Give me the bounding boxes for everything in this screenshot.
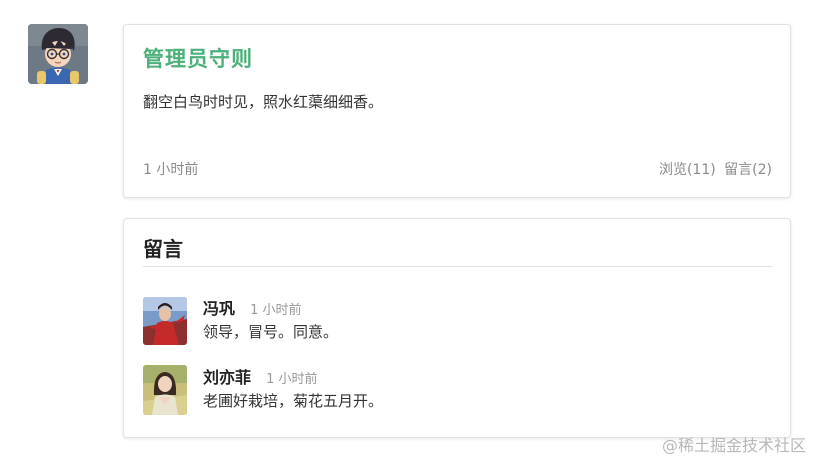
comment-time: 1 小时前 (250, 303, 302, 318)
commenter-name[interactable]: 冯巩 (203, 299, 235, 318)
comment-item: 冯巩 1 小时前 领导，冒号。同意。 (143, 295, 772, 347)
views-count[interactable]: 浏览(11) (659, 162, 716, 178)
comment-text: 领导，冒号。同意。 (203, 323, 339, 341)
comment-text: 老圃好栽培，菊花五月开。 (203, 392, 384, 410)
post-title[interactable]: 管理员守则 (143, 43, 253, 73)
comment-header: 冯巩 1 小时前 (203, 295, 302, 319)
commenter-avatar[interactable] (143, 365, 187, 415)
comments-count[interactable]: 留言(2) (724, 162, 772, 178)
divider (143, 266, 772, 267)
comment-item: 刘亦菲 1 小时前 老圃好栽培，菊花五月开。 (143, 364, 772, 416)
comment-time: 1 小时前 (266, 372, 318, 387)
comments-card: 留言 冯巩 1 小时前 领导，冒号。同意。 刘亦菲 1 小时前 老圃好栽培，菊花… (123, 218, 791, 438)
commenter-avatar-image (143, 365, 187, 415)
post-time: 1 小时前 (143, 162, 199, 178)
commenter-avatar[interactable] (143, 297, 187, 345)
author-avatar-image (28, 24, 88, 84)
post-body: 翻空白鸟时时见，照水红蕖细细香。 (143, 93, 384, 111)
commenter-avatar-image (143, 297, 187, 345)
commenter-name[interactable]: 刘亦菲 (203, 368, 251, 387)
post-card: 管理员守则 翻空白鸟时时见，照水红蕖细细香。 1 小时前 浏览(11) 留言(2… (123, 24, 791, 198)
post-footer: 1 小时前 浏览(11) 留言(2) (143, 159, 772, 179)
watermark: @稀土掘金技术社区 (661, 436, 806, 455)
author-avatar[interactable] (28, 24, 88, 84)
post-stats: 浏览(11) 留言(2) (659, 159, 772, 179)
comment-header: 刘亦菲 1 小时前 (203, 364, 318, 388)
comments-heading: 留言 (143, 237, 183, 261)
